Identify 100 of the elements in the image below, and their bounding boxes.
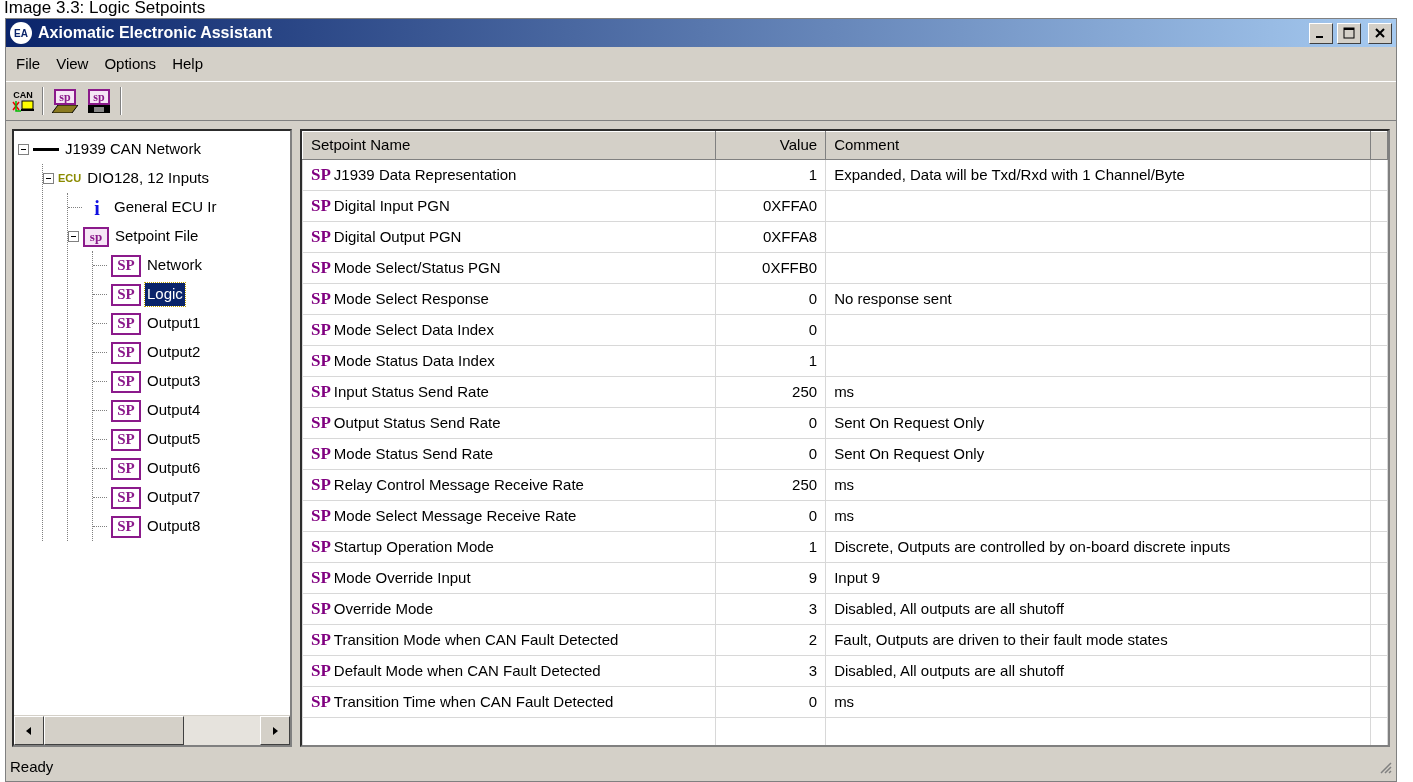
setpoint-name: Input Status Send Rate — [333, 383, 489, 401]
table-cell: Disabled, All outputs are all shutoff — [825, 655, 1371, 687]
table-cell: 250 — [715, 469, 826, 501]
setpoint-icon: SP — [311, 444, 331, 464]
column-header[interactable]: Comment — [825, 131, 1371, 160]
setpoint-icon: SP — [111, 428, 141, 451]
setpoint-icon: SP — [311, 661, 331, 681]
table-cell: Discrete, Outputs are controlled by on-board discrete inputs — [825, 531, 1371, 563]
minimize-icon — [1315, 36, 1323, 38]
table-cell: 3 — [715, 655, 826, 687]
setpoint-icon: SP — [311, 537, 331, 557]
setpoint-icon: SP — [311, 227, 331, 247]
tree-item[interactable]: J1939 CAN Network — [63, 138, 203, 161]
network-connect-button[interactable]: CAN — [12, 90, 34, 112]
tree-item[interactable]: Output2 — [145, 341, 203, 364]
tree-item[interactable]: DIO128, 12 Inputs — [85, 167, 211, 190]
table-cell: 0 — [715, 283, 826, 315]
setpoint-name: Mode Status Data Index — [333, 352, 495, 370]
table-cell: Input 9 — [825, 562, 1371, 594]
setpoint-name: Mode Select Message Receive Rate — [333, 507, 577, 525]
setpoint-icon: SP — [111, 486, 141, 509]
tree-item[interactable]: Logic — [145, 283, 185, 306]
tree-item[interactable]: Output7 — [145, 486, 203, 509]
setpoint-icon: SP — [311, 351, 331, 371]
network-computer-icon — [12, 99, 34, 112]
setpoint-icon: SP — [111, 254, 141, 277]
setpoint-icon: SP — [311, 258, 331, 278]
table-cell: 0 — [715, 314, 826, 346]
expander-icon[interactable] — [18, 144, 29, 155]
tree-item[interactable]: Network — [145, 254, 204, 277]
tree-item[interactable]: Output1 — [145, 312, 203, 335]
setpoint-icon: SP — [111, 312, 141, 335]
tree-item[interactable]: General ECU Ir — [112, 196, 219, 219]
menu-item[interactable]: View — [50, 50, 95, 78]
setpoint-icon: SP — [311, 165, 331, 185]
maximize-button[interactable] — [1336, 22, 1361, 44]
resize-grip-icon — [1378, 760, 1392, 774]
setpoint-icon: SP — [311, 506, 331, 526]
menu-item[interactable]: Options — [98, 50, 163, 78]
folder-icon — [52, 105, 78, 113]
app-logo-icon: EA — [10, 22, 32, 44]
setpoint-icon: SP — [311, 475, 331, 495]
menu-item[interactable]: File — [10, 50, 47, 78]
setpoint-name: Default Mode when CAN Fault Detected — [333, 662, 601, 680]
setpoint-name: Transition Time when CAN Fault Detected — [333, 693, 614, 711]
tree-item[interactable]: Output5 — [145, 428, 203, 451]
maximize-icon — [1342, 27, 1355, 39]
tree-item[interactable]: Output6 — [145, 457, 203, 480]
setpoint-name: J1939 Data Representation — [333, 166, 517, 184]
table-cell: 250 — [715, 376, 826, 408]
column-header[interactable]: Setpoint Name — [302, 131, 716, 160]
table-cell: Expanded, Data will be Txd/Rxd with 1 Channel/Byte — [825, 159, 1371, 191]
setpoint-name: Relay Control Message Receive Rate — [333, 476, 584, 494]
tree-item[interactable]: Setpoint File — [113, 225, 201, 248]
setpoint-icon: SP — [111, 370, 141, 393]
table-cell: ms — [825, 469, 1371, 501]
scrollbar-thumb[interactable] — [44, 716, 184, 745]
setpoint-icon: SP — [311, 568, 331, 588]
table-cell: 0 — [715, 500, 826, 532]
left-arrow-icon — [25, 725, 33, 736]
table-cell: 0 — [715, 407, 826, 439]
setpoint-name: Digital Output PGN — [333, 228, 462, 246]
setpoint-icon: SP — [111, 457, 141, 480]
table-cell: ms — [825, 500, 1371, 532]
table-cell: 0XFFA0 — [715, 190, 826, 222]
table-cell: 9 — [715, 562, 826, 594]
setpoint-file-icon: sp — [83, 226, 109, 247]
setpoint-name: Transition Mode when CAN Fault Detected — [333, 631, 619, 649]
expander-icon[interactable] — [68, 231, 79, 242]
setpoint-name: Digital Input PGN — [333, 197, 450, 215]
setpoint-icon: SP — [311, 289, 331, 309]
setpoint-icon: SP — [111, 341, 141, 364]
info-icon: i — [86, 197, 108, 218]
table-cell: 0XFFA8 — [715, 221, 826, 253]
tree-item[interactable]: Output4 — [145, 399, 203, 422]
table-cell: Sent On Request Only — [825, 438, 1371, 470]
scroll-right-button[interactable] — [260, 716, 290, 745]
table-cell: 2 — [715, 624, 826, 656]
menu-item[interactable]: Help — [166, 50, 209, 78]
setpoint-name: Mode Select Data Index — [333, 321, 494, 339]
table-cell: Sent On Request Only — [825, 407, 1371, 439]
setpoint-name: Override Mode — [333, 600, 434, 618]
table-cell: 0XFFB0 — [715, 252, 826, 284]
close-button[interactable] — [1368, 22, 1392, 44]
tree-item[interactable]: Output3 — [145, 370, 203, 393]
tree-item[interactable]: Output8 — [145, 515, 203, 538]
setpoint-icon: SP — [311, 196, 331, 216]
status-text: Ready — [10, 756, 54, 777]
setpoint-name: Startup Operation Mode — [333, 538, 494, 556]
setpoint-icon: SP — [111, 399, 141, 422]
table-cell: Fault, Outputs are driven to their fault mode states — [825, 624, 1371, 656]
column-header[interactable]: Value — [715, 131, 826, 160]
table-cell: 0 — [715, 686, 826, 718]
expander-icon[interactable] — [43, 173, 54, 184]
table-cell: ms — [825, 686, 1371, 718]
window-title: Axiomatic Electronic Assistant — [38, 23, 273, 43]
scroll-left-button[interactable] — [14, 716, 44, 745]
setpoint-icon: SP — [311, 382, 331, 402]
minimize-button[interactable] — [1308, 22, 1333, 44]
ecu-icon: ECU — [58, 170, 82, 187]
